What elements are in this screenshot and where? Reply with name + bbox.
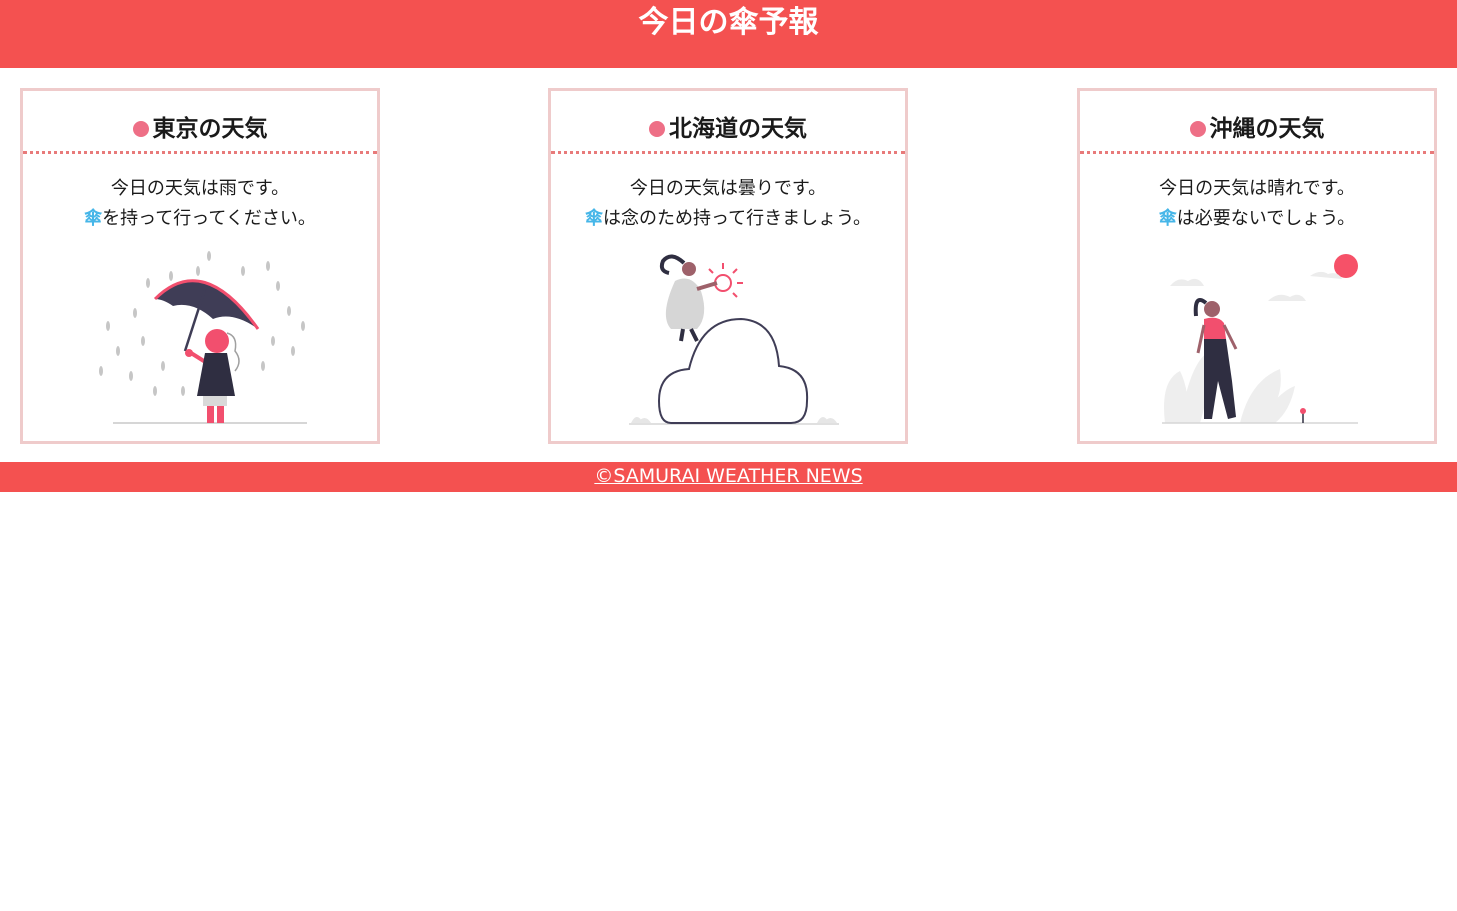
weather-text: 今日の天気は曇りです。 bbox=[629, 178, 827, 199]
card-title-text: 東京の天気 bbox=[152, 116, 268, 142]
sunny-walk-illustration bbox=[1162, 254, 1358, 424]
card-title: 北海道の天気 bbox=[551, 91, 905, 154]
advice-text: は念のため持って行きましょう。 bbox=[602, 208, 872, 229]
site-header: 今日の傘予報 bbox=[0, 0, 1457, 68]
card-body: 今日の天気は曇りです。 傘は念のため持って行きましょう。 bbox=[551, 154, 905, 234]
copyright-link[interactable]: ©SAMURAI WEATHER NEWS bbox=[594, 465, 862, 487]
weather-card-okinawa: 沖縄の天気 今日の天気は晴れです。 傘は必要ないでしょう。 bbox=[1077, 88, 1437, 444]
rain-umbrella-illustration bbox=[99, 251, 307, 424]
advice-text: を持って行ってください。 bbox=[102, 208, 316, 229]
card-title: 東京の天気 bbox=[23, 91, 377, 154]
card-body: 今日の天気は雨です。 傘を持って行ってください。 bbox=[23, 154, 377, 234]
card-title: 沖縄の天気 bbox=[1080, 91, 1434, 154]
cloud-sun-illustration bbox=[629, 254, 839, 425]
umbrella-advice: 傘は念のため持って行きましょう。 bbox=[551, 204, 905, 234]
site-footer: ©SAMURAI WEATHER NEWS bbox=[0, 462, 1457, 492]
umbrella-icon: 傘 bbox=[84, 208, 103, 229]
weather-text: 今日の天気は雨です。 bbox=[110, 178, 290, 199]
weather-text: 今日の天気は晴れです。 bbox=[1159, 178, 1355, 199]
umbrella-advice: 傘は必要ないでしょう。 bbox=[1080, 204, 1434, 234]
bullet-dot-icon bbox=[649, 121, 665, 137]
umbrella-icon: 傘 bbox=[1158, 208, 1177, 229]
page-title: 今日の傘予報 bbox=[638, 5, 819, 40]
weather-card-hokkaido: 北海道の天気 今日の天気は曇りです。 傘は念のため持って行きましょう。 bbox=[548, 88, 908, 444]
bullet-dot-icon bbox=[1189, 121, 1206, 137]
umbrella-icon: 傘 bbox=[584, 208, 603, 229]
card-title-text: 沖縄の天気 bbox=[1209, 116, 1325, 142]
card-body: 今日の天気は晴れです。 傘は必要ないでしょう。 bbox=[1080, 154, 1434, 234]
umbrella-advice: 傘を持って行ってください。 bbox=[23, 204, 377, 234]
advice-text: は必要ないでしょう。 bbox=[1176, 208, 1356, 229]
bullet-dot-icon bbox=[132, 121, 149, 137]
weather-card-tokyo: 東京の天気 今日の天気は雨です。 傘を持って行ってください。 bbox=[20, 88, 380, 444]
card-title-text: 北海道の天気 bbox=[669, 116, 807, 142]
